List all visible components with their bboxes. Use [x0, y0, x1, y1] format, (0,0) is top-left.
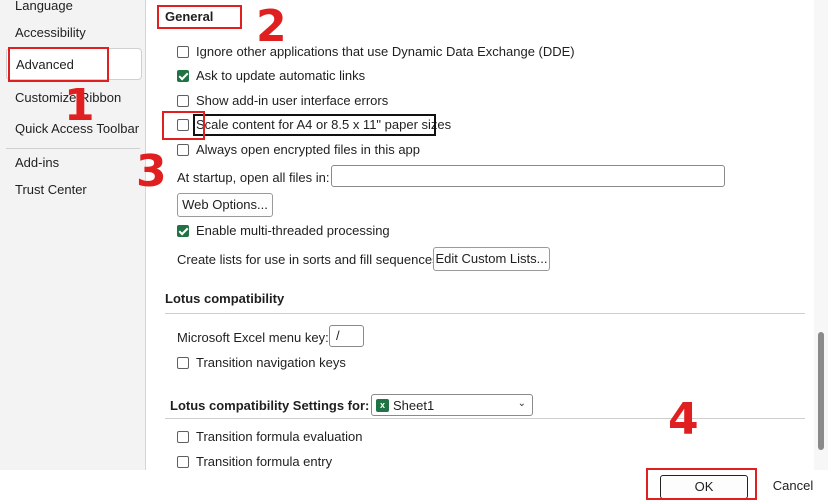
- annotation-box-scale-checkbox: [162, 111, 205, 140]
- option-open-encrypted[interactable]: Always open encrypted files in this app: [177, 142, 420, 157]
- excel-sheet-icon: x: [376, 398, 389, 412]
- startup-label: At startup, open all files in:: [177, 170, 330, 185]
- sheet-select[interactable]: x Sheet1 ⌄: [371, 394, 533, 416]
- option-label: Enable multi-threaded processing: [196, 223, 390, 238]
- sidebar-item-label: Language: [15, 0, 73, 13]
- sidebar-item-trust-center[interactable]: Trust Center: [6, 174, 142, 206]
- option-label: Transition navigation keys: [196, 355, 346, 370]
- menu-key-label: Microsoft Excel menu key:: [177, 330, 329, 345]
- scrollbar-thumb[interactable]: [818, 332, 824, 450]
- option-update-links[interactable]: Ask to update automatic links: [177, 68, 365, 83]
- custom-lists-label: Create lists for use in sorts and fill s…: [177, 252, 443, 267]
- lotus-heading: Lotus compatibility: [165, 291, 285, 306]
- lotus-settings-heading: Lotus compatibility Settings for:: [170, 398, 370, 413]
- section-divider: [165, 313, 805, 314]
- option-label: Transition formula evaluation: [196, 429, 363, 444]
- edit-custom-lists-button[interactable]: Edit Custom Lists...: [433, 247, 550, 271]
- checkbox[interactable]: [177, 45, 189, 58]
- cancel-button[interactable]: Cancel: [758, 475, 828, 499]
- checkbox[interactable]: [177, 430, 189, 443]
- sheet-select-value: Sheet1: [393, 397, 435, 413]
- checkbox-checked[interactable]: [177, 224, 189, 237]
- annotation-box-ok: [646, 468, 757, 500]
- sidebar-item-label: Trust Center: [15, 182, 87, 197]
- option-formula-eval[interactable]: Transition formula evaluation: [177, 429, 362, 444]
- annotation-box-general: [157, 5, 242, 29]
- web-options-button[interactable]: Web Options...: [177, 193, 273, 217]
- chevron-down-icon: ⌄: [517, 398, 526, 409]
- checkbox-checked[interactable]: [177, 69, 189, 82]
- annotation-box-advanced: [8, 47, 109, 82]
- option-label: Ignore other applications that use Dynam…: [196, 44, 575, 59]
- option-formula-entry[interactable]: Transition formula entry: [177, 454, 332, 469]
- checkbox[interactable]: [177, 356, 189, 369]
- annotation-number-2: 2: [256, 1, 287, 52]
- sidebar-item-label: Add-ins: [15, 155, 60, 170]
- section-divider: [165, 418, 805, 419]
- annotation-number-3: 3: [136, 146, 167, 197]
- option-label: Always open encrypted files in this app: [196, 142, 421, 157]
- checkbox[interactable]: [177, 143, 189, 156]
- startup-folder-input[interactable]: [331, 165, 725, 187]
- annotation-number-1: 1: [64, 80, 95, 131]
- highlight-box-black: [193, 114, 436, 136]
- vertical-scrollbar[interactable]: [814, 0, 828, 470]
- option-label: Ask to update automatic links: [196, 68, 366, 83]
- option-addin-errors[interactable]: Show add-in user interface errors: [177, 93, 388, 108]
- option-ignore-dde[interactable]: Ignore other applications that use Dynam…: [177, 44, 575, 59]
- checkbox[interactable]: [177, 94, 189, 107]
- option-multithread[interactable]: Enable multi-threaded processing: [177, 223, 390, 238]
- sidebar-item-accessibility[interactable]: Accessibility: [6, 17, 142, 49]
- annotation-number-4: 4: [668, 394, 699, 445]
- menu-key-input[interactable]: /: [329, 325, 364, 347]
- option-label: Transition formula entry: [196, 454, 333, 469]
- option-label: Show add-in user interface errors: [196, 93, 389, 108]
- sidebar-item-label: Accessibility: [15, 25, 86, 40]
- checkbox[interactable]: [177, 455, 189, 468]
- option-nav-keys[interactable]: Transition navigation keys: [177, 355, 346, 370]
